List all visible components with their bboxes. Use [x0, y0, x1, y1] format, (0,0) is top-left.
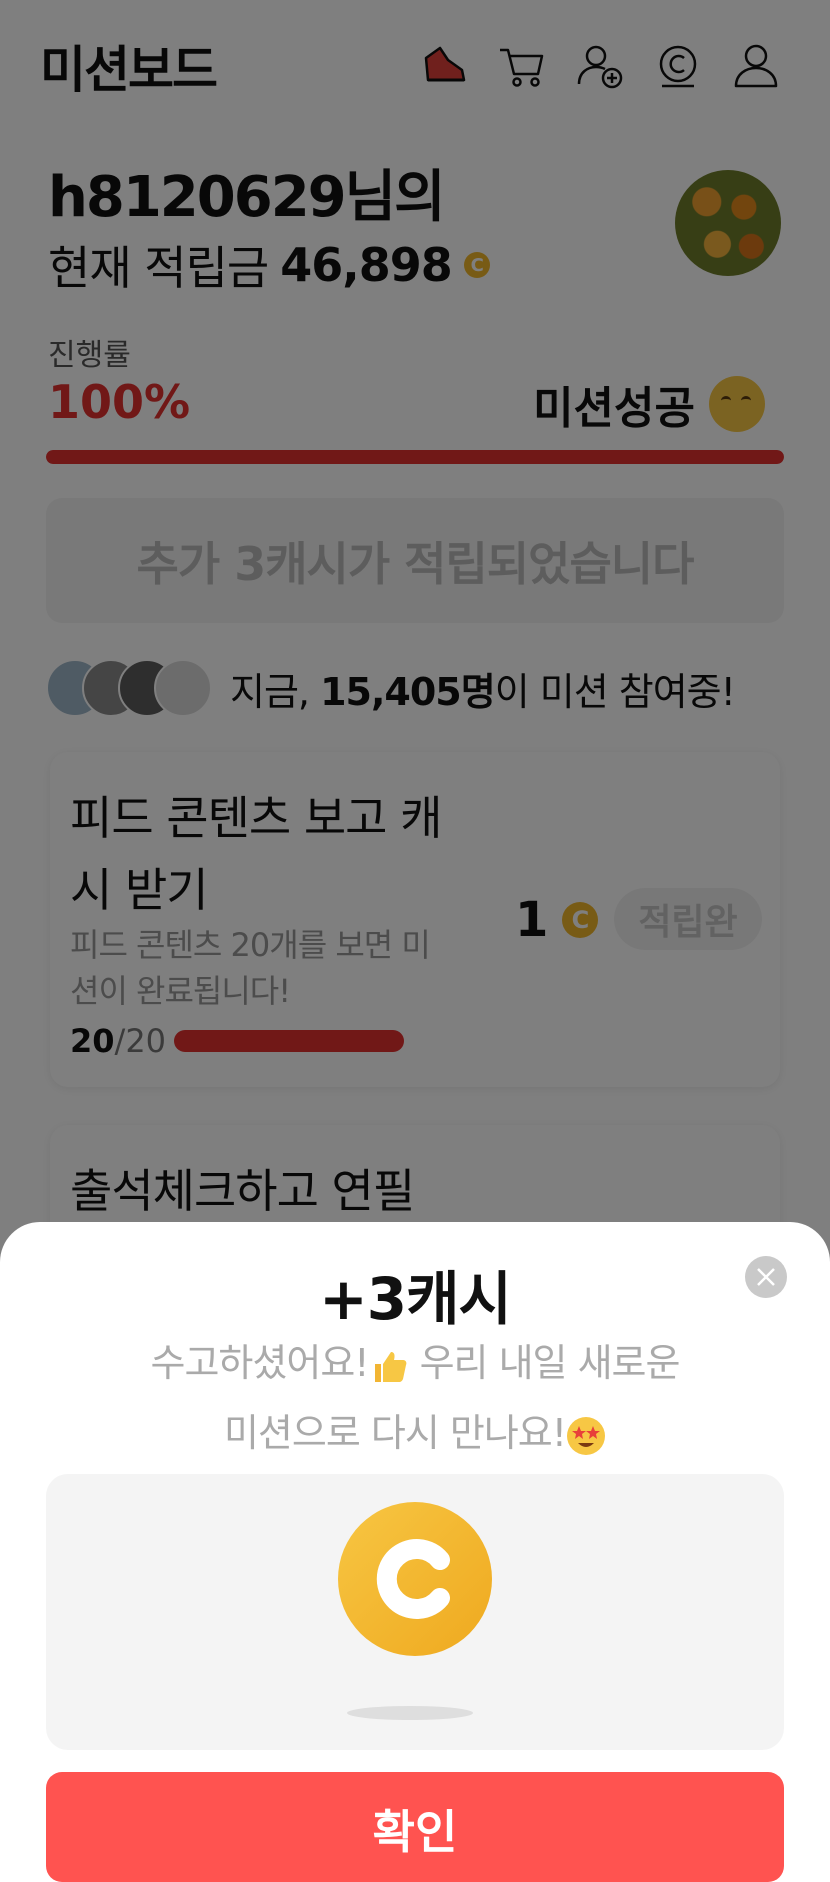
sheet-message-line2: 미션으로 다시 만나요!	[0, 1402, 830, 1457]
sheet-message-line1: 수고하셨어요! 우리 내일 새로운	[0, 1332, 830, 1387]
close-icon	[757, 1268, 775, 1286]
close-button[interactable]	[745, 1256, 787, 1298]
star-eyes-icon	[567, 1416, 606, 1455]
coin-shadow	[347, 1706, 473, 1720]
sheet-message-part1: 수고하셨어요!	[150, 1341, 370, 1385]
sheet-title: +3캐시	[319, 1265, 512, 1333]
confirm-button[interactable]: 확인	[46, 1772, 784, 1882]
sheet-message-part2: 우리 내일 새로운	[408, 1341, 681, 1385]
sheet-message-part3: 미션으로 다시 만나요!	[223, 1411, 567, 1455]
reward-bottom-sheet: +3캐시 수고하셨어요! 우리 내일 새로운 미션으로 다시 만나요! 확인	[0, 1222, 830, 1882]
thumbs-up-icon	[374, 1351, 406, 1382]
mission-board-page: 미션보드 h8120629님의 현재 적립금 46,898 C 진행률 100%…	[0, 0, 830, 1882]
cash-coin-icon	[338, 1502, 492, 1656]
